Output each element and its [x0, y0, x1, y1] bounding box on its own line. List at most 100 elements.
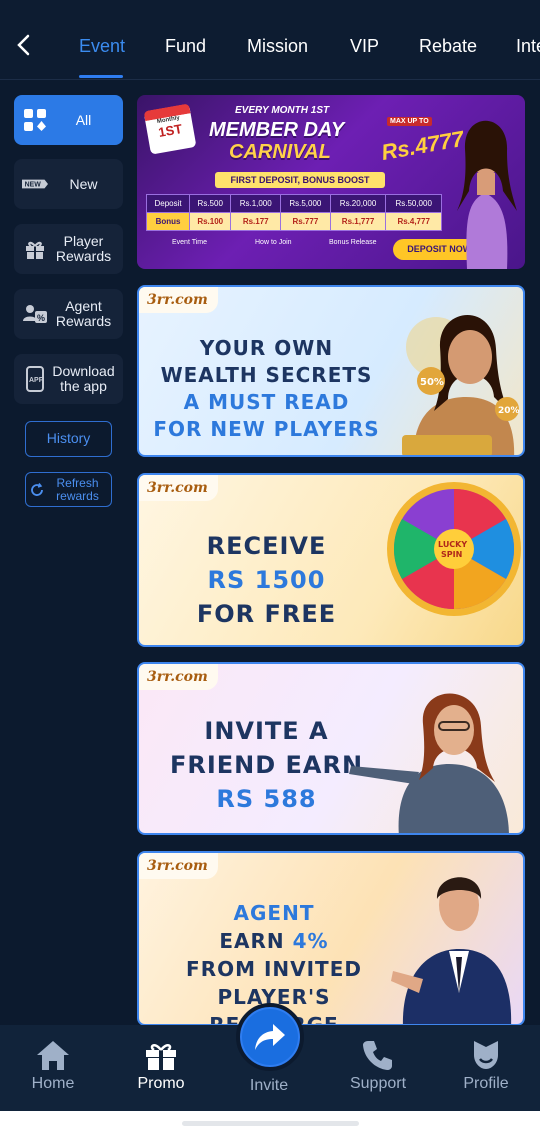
svg-text:%: %: [37, 313, 45, 323]
nav-label: Home: [31, 1075, 75, 1092]
nav-support[interactable]: Support: [338, 1035, 418, 1093]
nav-invite[interactable]: Invite: [229, 1073, 309, 1095]
headline-line-2a: EARN: [219, 929, 293, 953]
sidebar-item-player-rewards[interactable]: Player Rewards: [14, 224, 123, 274]
bonus-release-label: Bonus Release: [329, 239, 377, 246]
title-line-2: CARNIVAL: [229, 141, 331, 163]
tab-fund[interactable]: Fund: [165, 36, 206, 57]
sidebar-item-agent-rewards[interactable]: % Agent Rewards: [14, 289, 123, 339]
receive-rs-1500-banner[interactable]: 3rr.com RECEIVE RS 1500 FOR FREE LUCKY S…: [137, 473, 525, 647]
bonus-table: Deposit Rs.500 Rs.1,000 Rs.5,000 Rs.20,000 Rs…: [145, 194, 442, 231]
wheel-center-label: LUCKY: [438, 540, 467, 549]
home-icon: [13, 1035, 93, 1071]
model-illustration: [457, 120, 517, 269]
deposit-cell: Rs.500: [189, 194, 232, 213]
nav-promo[interactable]: Promo: [121, 1035, 201, 1093]
coin-50-label: 50%: [420, 377, 444, 388]
bonus-cell: Rs.777: [280, 212, 331, 231]
profile-icon: [446, 1035, 526, 1071]
deposit-cell: Rs.50,000: [385, 194, 442, 213]
deposit-cell: Rs.20,000: [329, 194, 387, 213]
headline-line-3: FOR FREE: [196, 600, 337, 628]
sidebar-item-label: Download the app: [52, 363, 115, 394]
headline-line-1: RECEIVE: [206, 532, 327, 560]
sidebar-item-label: Agent Rewards: [55, 298, 112, 329]
agent-icon: %: [22, 301, 48, 327]
how-to-join-label: How to Join: [255, 239, 292, 246]
svg-text:SPIN: SPIN: [441, 550, 462, 559]
refresh-icon: [30, 482, 43, 496]
share-arrow-icon: [255, 1024, 285, 1050]
deposit-cell: Rs.1,000: [230, 194, 282, 213]
title-line-1: MEMBER DAY: [209, 119, 345, 141]
svg-text:NEW: NEW: [25, 182, 42, 189]
agent-earn-banner[interactable]: 3rr.com AGENT EARN 4% FROM INVITED PLAYE…: [137, 851, 525, 1026]
headline-line-2: RS 1500: [207, 566, 326, 594]
headline-line-2: WEALTH SECRETS: [160, 363, 373, 387]
sidebar-item-new[interactable]: NEW New: [14, 159, 123, 209]
brand-logo: 3rr.com: [139, 664, 218, 690]
grid-icon: [22, 107, 48, 133]
member-day-banner[interactable]: Monthly 1ST EVERY MONTH 1ST MEMBER DAY C…: [137, 95, 525, 269]
invite-share-button[interactable]: [236, 1003, 304, 1071]
headline-line-3: FROM INVITED: [186, 957, 362, 981]
back-arrow-icon[interactable]: [12, 30, 36, 60]
sidebar-item-all[interactable]: All: [14, 95, 123, 145]
bonus-cell: Rs.100: [189, 212, 232, 231]
nav-label: Support: [349, 1075, 407, 1092]
sidebar-item-label: Player Rewards: [55, 233, 112, 264]
tab-mission[interactable]: Mission: [247, 36, 308, 57]
headline-line-2b: 4%: [292, 929, 329, 953]
invite-friend-banner[interactable]: 3rr.com INVITE A FRIEND EARN RS 588: [137, 662, 525, 835]
nav-home[interactable]: Home: [13, 1035, 93, 1093]
phone-icon: [338, 1035, 418, 1071]
bonus-cell: Rs.177: [230, 212, 282, 231]
refresh-rewards-button[interactable]: Refresh rewards: [25, 472, 112, 507]
nav-label: Invite: [249, 1077, 289, 1094]
svg-text:APP: APP: [29, 377, 44, 384]
calendar-day: 1ST: [157, 121, 184, 140]
tab-rebate[interactable]: Rebate: [419, 36, 477, 57]
woman-pointing-illustration: [349, 693, 509, 833]
headline-line-3: A MUST READ: [183, 390, 350, 414]
businessman-illustration: [391, 877, 512, 1024]
tab-event[interactable]: Event: [79, 36, 125, 57]
wealth-secrets-banner[interactable]: 3rr.com YOUR OWN WEALTH SECRETS A MUST R…: [137, 285, 525, 457]
tab-partial[interactable]: Inte: [516, 36, 540, 57]
home-indicator[interactable]: [182, 1121, 359, 1126]
coin-20-label: 20%: [498, 406, 520, 416]
banner-top-line: EVERY MONTH 1ST: [235, 105, 330, 116]
headline-line-4: FOR NEW PLAYERS: [153, 417, 380, 441]
woman-with-coins-illustration: 50% 20%: [402, 314, 520, 455]
nav-label: Profile: [463, 1075, 509, 1092]
active-tab-indicator: [79, 75, 123, 78]
sidebar-item-download-app[interactable]: APP Download the app: [14, 354, 123, 404]
banner-headline: RECEIVE RS 1500 FOR FREE: [149, 529, 384, 631]
brand-logo: 3rr.com: [139, 475, 218, 501]
banner-subtitle: FIRST DEPOSIT, BONUS BOOST: [215, 172, 385, 188]
lucky-spin-wheel-icon: LUCKY SPIN: [387, 482, 521, 616]
bonus-cell: Rs.4,777: [385, 212, 442, 231]
bonus-header-cell: Bonus: [145, 212, 191, 231]
sidebar-item-label: All: [75, 111, 92, 128]
new-badge-icon: NEW: [22, 171, 48, 197]
event-time-label: Event Time: [172, 239, 208, 246]
bonus-cell: Rs.1,777: [329, 212, 387, 231]
gift-icon: [121, 1035, 201, 1071]
calendar-icon: Monthly 1ST: [143, 103, 197, 155]
gift-icon: [22, 236, 48, 262]
top-tab-bar: Event Fund Mission VIP Rebate Inte: [0, 0, 540, 80]
tab-vip[interactable]: VIP: [350, 36, 379, 57]
nav-label: Promo: [137, 1075, 185, 1092]
banner-headline: YOUR OWN WEALTH SECRETS A MUST READ FOR …: [149, 335, 384, 443]
headline-line-1: AGENT: [233, 901, 315, 925]
nav-profile[interactable]: Profile: [446, 1035, 526, 1093]
brand-logo: 3rr.com: [139, 287, 218, 313]
deposit-header-cell: Deposit: [145, 194, 191, 213]
history-button[interactable]: History: [25, 421, 112, 457]
sidebar-item-label: New: [69, 175, 98, 192]
app-download-icon: APP: [22, 366, 48, 392]
banner-title: MEMBER DAY CARNIVAL: [209, 119, 344, 163]
refresh-rewards-label: Refresh rewards: [56, 475, 99, 503]
brand-logo: 3rr.com: [139, 853, 218, 879]
